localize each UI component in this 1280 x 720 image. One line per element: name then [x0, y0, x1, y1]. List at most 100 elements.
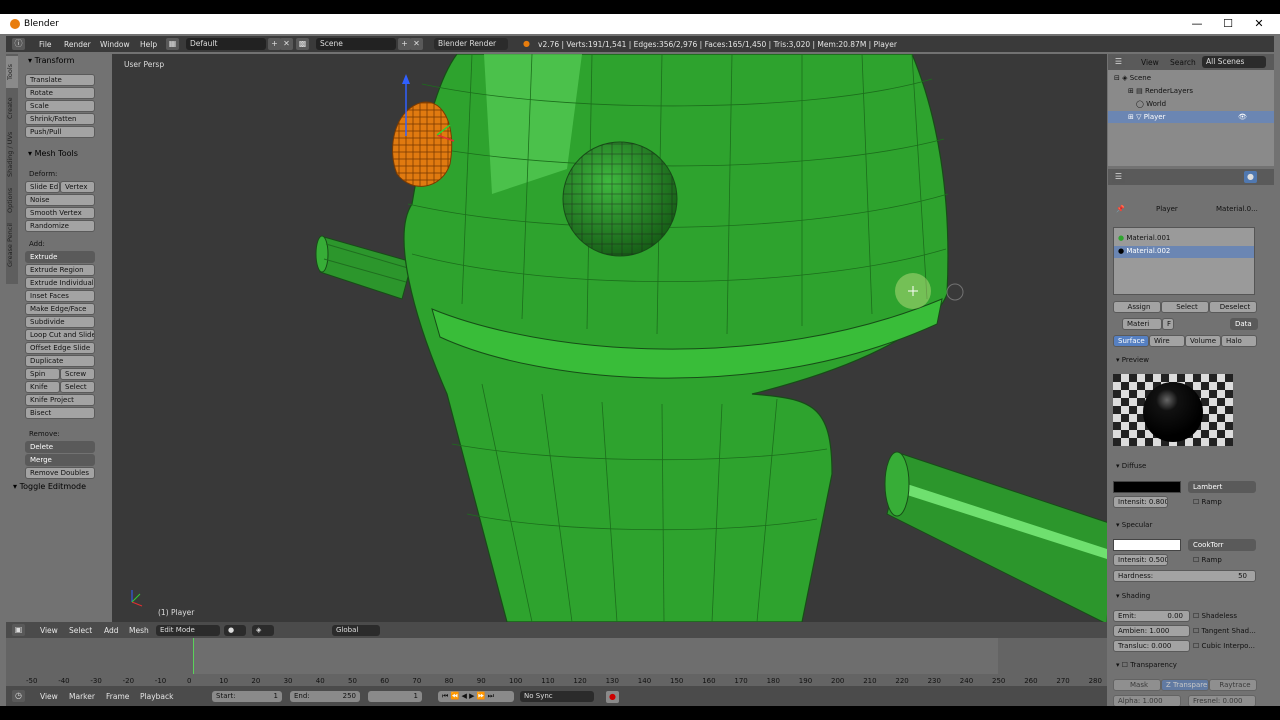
toggle-editmode-panel-header[interactable]: ▾ Toggle Editmode	[13, 482, 86, 491]
small-green-sphere[interactable]	[562, 141, 678, 257]
shadeless-checkbox[interactable]: ☐ Shadeless	[1193, 612, 1237, 620]
translucency-field[interactable]: Transluc: 0.000	[1113, 640, 1190, 652]
knife-select-button[interactable]: Select	[60, 381, 95, 393]
visibility-eye-icon[interactable]: 👁	[1238, 113, 1247, 121]
hardness-field[interactable]: Hardness: 50	[1113, 570, 1256, 582]
minimize-button[interactable]: —	[1190, 17, 1204, 31]
material-slot-1[interactable]: ● Material.001	[1118, 234, 1170, 242]
diffuse-ramp-checkbox[interactable]: ☐ Ramp	[1193, 498, 1222, 506]
specular-color-swatch[interactable]	[1113, 539, 1181, 551]
mode-select[interactable]: Edit Mode	[156, 625, 220, 636]
screw-button[interactable]: Screw	[60, 368, 95, 380]
outliner-item-renderlayers[interactable]: ⊞ ▤ RenderLayers	[1128, 87, 1193, 95]
merge-menu[interactable]: Merge	[25, 454, 95, 466]
tangent-shading-checkbox[interactable]: ☐ Tangent Shad...	[1193, 627, 1256, 635]
maximize-button[interactable]: ☐	[1221, 17, 1235, 31]
3d-viewport[interactable]: User Persp (1) Player	[112, 54, 1107, 622]
specular-ramp-checkbox[interactable]: ☐ Ramp	[1193, 556, 1222, 564]
timeline-editor-icon[interactable]: ◷	[12, 690, 25, 702]
tab-halo[interactable]: Halo	[1221, 335, 1257, 347]
diffuse-panel-header[interactable]: ▾ Diffuse	[1116, 462, 1146, 470]
shrink-fatten-button[interactable]: Shrink/Fatten	[25, 113, 95, 125]
end-frame-field[interactable]: End: 250	[290, 691, 360, 702]
context-object[interactable]: Player	[1156, 205, 1178, 213]
make-edge-face-button[interactable]: Make Edge/Face	[25, 303, 95, 315]
fresnel-field[interactable]: Fresnel: 0.000	[1188, 695, 1256, 706]
bisect-button[interactable]: Bisect	[25, 407, 95, 419]
fake-user-button[interactable]: F	[1162, 318, 1174, 330]
data-link-select[interactable]: Data	[1230, 318, 1258, 330]
start-frame-field[interactable]: Start: 1	[212, 691, 282, 702]
timeline[interactable]: -50 -40 -30 -20 -10 0 10 20 30 40 50 60 70 80 90 100 110…	[6, 638, 1107, 686]
tab-mask[interactable]: Mask	[1113, 679, 1161, 691]
alpha-field[interactable]: Alpha: 1.000	[1113, 695, 1181, 706]
close-button[interactable]: ✕	[1252, 17, 1266, 31]
viewport-menu-mesh[interactable]: Mesh	[129, 626, 149, 635]
menu-file[interactable]: File	[39, 40, 52, 49]
playback-controls[interactable]: ⏮ ⏪ ◀ ▶ ⏩ ⏭	[438, 691, 514, 702]
material-slot-2[interactable]: ● Material.002	[1118, 247, 1170, 255]
timeline-menu-view[interactable]: View	[40, 692, 58, 701]
pivot-select[interactable]: ◈	[252, 625, 274, 636]
transform-panel-header[interactable]: ▾ Transform	[28, 56, 74, 65]
tab-options[interactable]: Options	[6, 182, 18, 218]
menu-help[interactable]: Help	[140, 40, 157, 49]
scale-button[interactable]: Scale	[25, 100, 95, 112]
extrude-individual-button[interactable]: Extrude Individual	[25, 277, 95, 289]
properties-editor-icon[interactable]: ☰	[1112, 171, 1125, 183]
outliner-menu-search[interactable]: Search	[1170, 58, 1196, 67]
tab-z-transparency[interactable]: Z Transpare	[1161, 679, 1209, 691]
green-body-mesh[interactable]	[403, 54, 949, 622]
slide-vertex-button[interactable]: Vertex	[60, 181, 95, 193]
outliner-filter-select[interactable]: All Scenes	[1202, 56, 1266, 68]
shading-mode-select[interactable]: ●	[224, 625, 246, 636]
viewport-menu-view[interactable]: View	[40, 626, 58, 635]
deselect-button[interactable]: Deselect	[1209, 301, 1257, 313]
transform-orientation-select[interactable]: Global	[332, 625, 380, 636]
editor-type-icon[interactable]: ⓘ	[12, 38, 25, 50]
timeline-menu-playback[interactable]: Playback	[140, 692, 173, 701]
select-button[interactable]: Select	[1161, 301, 1209, 313]
subdivide-button[interactable]: Subdivide	[25, 316, 95, 328]
mesh-tools-panel-header[interactable]: ▾ Mesh Tools	[28, 149, 78, 158]
menu-window[interactable]: Window	[100, 40, 130, 49]
translate-button[interactable]: Translate	[25, 74, 95, 86]
specular-shader-select[interactable]: CookTorr	[1188, 539, 1256, 551]
shading-panel-header[interactable]: ▾ Shading	[1116, 592, 1150, 600]
slide-edge-button[interactable]: Slide Ed	[25, 181, 60, 193]
emit-field[interactable]: Emit: 0.00	[1113, 610, 1190, 622]
specular-panel-header[interactable]: ▾ Specular	[1116, 521, 1152, 529]
material-context-icon[interactable]: ●	[1244, 171, 1257, 183]
knife-project-button[interactable]: Knife Project	[25, 394, 95, 406]
tab-raytrace[interactable]: Raytrace	[1209, 679, 1257, 691]
outliner-item-player[interactable]: ⊞ ▽ Player	[1128, 113, 1166, 121]
viewport-menu-select[interactable]: Select	[69, 626, 92, 635]
duplicate-button[interactable]: Duplicate	[25, 355, 95, 367]
timeline-menu-frame[interactable]: Frame	[106, 692, 129, 701]
spin-button[interactable]: Spin	[25, 368, 60, 380]
viewport-editor-icon[interactable]: ▣	[12, 624, 25, 636]
randomize-button[interactable]: Randomize	[25, 220, 95, 232]
rotate-button[interactable]: Rotate	[25, 87, 95, 99]
tab-volume[interactable]: Volume	[1185, 335, 1221, 347]
extrude-region-button[interactable]: Extrude Region	[25, 264, 95, 276]
outliner-editor-icon[interactable]: ☰	[1112, 56, 1125, 68]
remove-doubles-button[interactable]: Remove Doubles	[25, 467, 95, 479]
outliner-item-world[interactable]: ◯ World	[1136, 100, 1166, 108]
record-icon[interactable]: ●	[606, 691, 619, 703]
menu-render[interactable]: Render	[64, 40, 91, 49]
diffuse-color-swatch[interactable]	[1113, 481, 1181, 493]
scene-field[interactable]: Scene	[316, 38, 396, 50]
offset-edge-slide-button[interactable]: Offset Edge Slide	[25, 342, 95, 354]
remove-scene-button[interactable]: ✕	[410, 38, 423, 50]
transparency-panel-header[interactable]: ▾ ☐ Transparency	[1116, 661, 1177, 669]
smooth-vertex-button[interactable]: Smooth Vertex	[25, 207, 95, 219]
left-cylinder[interactable]	[315, 235, 413, 300]
specular-intensity-field[interactable]: Intensit: 0.500	[1113, 554, 1168, 566]
context-material[interactable]: Material.0...	[1216, 205, 1258, 213]
render-engine-select[interactable]: Blender Render	[434, 38, 508, 50]
sync-mode-select[interactable]: No Sync	[520, 691, 594, 702]
tab-surface[interactable]: Surface	[1113, 335, 1149, 347]
viewport-menu-add[interactable]: Add	[104, 626, 119, 635]
loop-cut-slide-button[interactable]: Loop Cut and Slide	[25, 329, 95, 341]
